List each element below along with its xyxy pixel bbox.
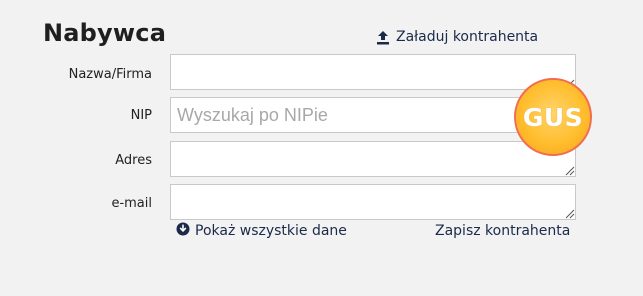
email-label: e-mail bbox=[111, 196, 152, 211]
nip-label: NIP bbox=[130, 108, 152, 123]
name-field[interactable] bbox=[170, 54, 576, 90]
address-label: Adres bbox=[115, 153, 152, 168]
email-field[interactable] bbox=[170, 184, 576, 220]
show-all-data-label: Pokaż wszystkie dane bbox=[195, 223, 347, 239]
name-label: Nazwa/Firma bbox=[68, 67, 152, 82]
save-contractor-link[interactable]: Zapisz kontrahenta bbox=[435, 223, 570, 239]
buyer-panel: Nabywca Załaduj kontrahenta Nazwa/Firma … bbox=[0, 0, 643, 296]
load-contractor-label: Załaduj kontrahenta bbox=[396, 29, 539, 45]
upload-icon bbox=[376, 30, 390, 45]
show-all-data-link[interactable]: Pokaż wszystkie dane bbox=[176, 222, 347, 240]
address-field[interactable] bbox=[170, 141, 576, 177]
gus-lookup-button[interactable]: GUS bbox=[514, 78, 592, 156]
section-title: Nabywca bbox=[43, 19, 167, 47]
load-contractor-link[interactable]: Załaduj kontrahenta bbox=[376, 29, 538, 45]
resize-grip-icon[interactable] bbox=[563, 207, 575, 219]
download-circle-icon bbox=[176, 222, 190, 240]
resize-grip-icon[interactable] bbox=[563, 164, 575, 176]
gus-button-label: GUS bbox=[522, 102, 584, 132]
